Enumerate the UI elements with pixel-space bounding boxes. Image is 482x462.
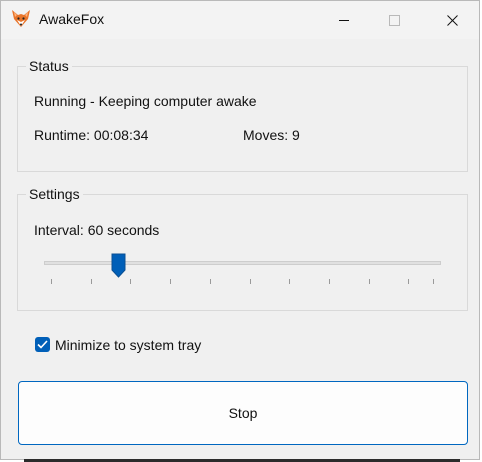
slider-tick [433, 279, 434, 284]
minimize-to-tray-label[interactable]: Minimize to system tray [55, 337, 201, 353]
maximize-button[interactable] [371, 1, 417, 39]
slider-tick [130, 279, 131, 284]
minimize-icon [339, 19, 349, 21]
slider-tick [408, 279, 409, 284]
stop-button[interactable]: Stop [18, 381, 468, 445]
interval-slider-thumb[interactable] [111, 253, 126, 278]
maximize-icon [388, 14, 400, 26]
close-button[interactable] [429, 1, 475, 39]
slider-tick [210, 279, 211, 284]
slider-tick [329, 279, 330, 284]
interval-slider-track[interactable] [44, 261, 441, 265]
slider-tick [51, 279, 52, 284]
minimize-button[interactable] [321, 1, 367, 39]
interval-label: Interval: 60 seconds [34, 222, 160, 238]
status-group-title: Status [26, 58, 72, 74]
status-text: Running - Keeping computer awake [34, 93, 257, 109]
runtime-text: Runtime: 00:08:34 [34, 127, 149, 143]
app-window: AwakeFox Status Running - Keeping comput… [0, 0, 480, 460]
slider-tick [250, 279, 251, 284]
settings-group: Settings [17, 186, 468, 311]
slider-tick [91, 279, 92, 284]
close-icon [446, 14, 458, 26]
stop-button-label: Stop [228, 405, 258, 421]
slider-tick [369, 279, 370, 284]
checkmark-icon [37, 336, 48, 354]
settings-group-title: Settings [26, 186, 83, 202]
slider-tick [170, 279, 171, 284]
moves-text: Moves: 9 [243, 127, 300, 143]
status-group: Status [17, 58, 468, 172]
window-title: AwakeFox [39, 11, 105, 27]
minimize-to-tray-checkbox[interactable] [35, 337, 50, 352]
slider-tick [289, 279, 290, 284]
title-bar[interactable]: AwakeFox [1, 1, 479, 39]
fox-icon [11, 9, 31, 29]
